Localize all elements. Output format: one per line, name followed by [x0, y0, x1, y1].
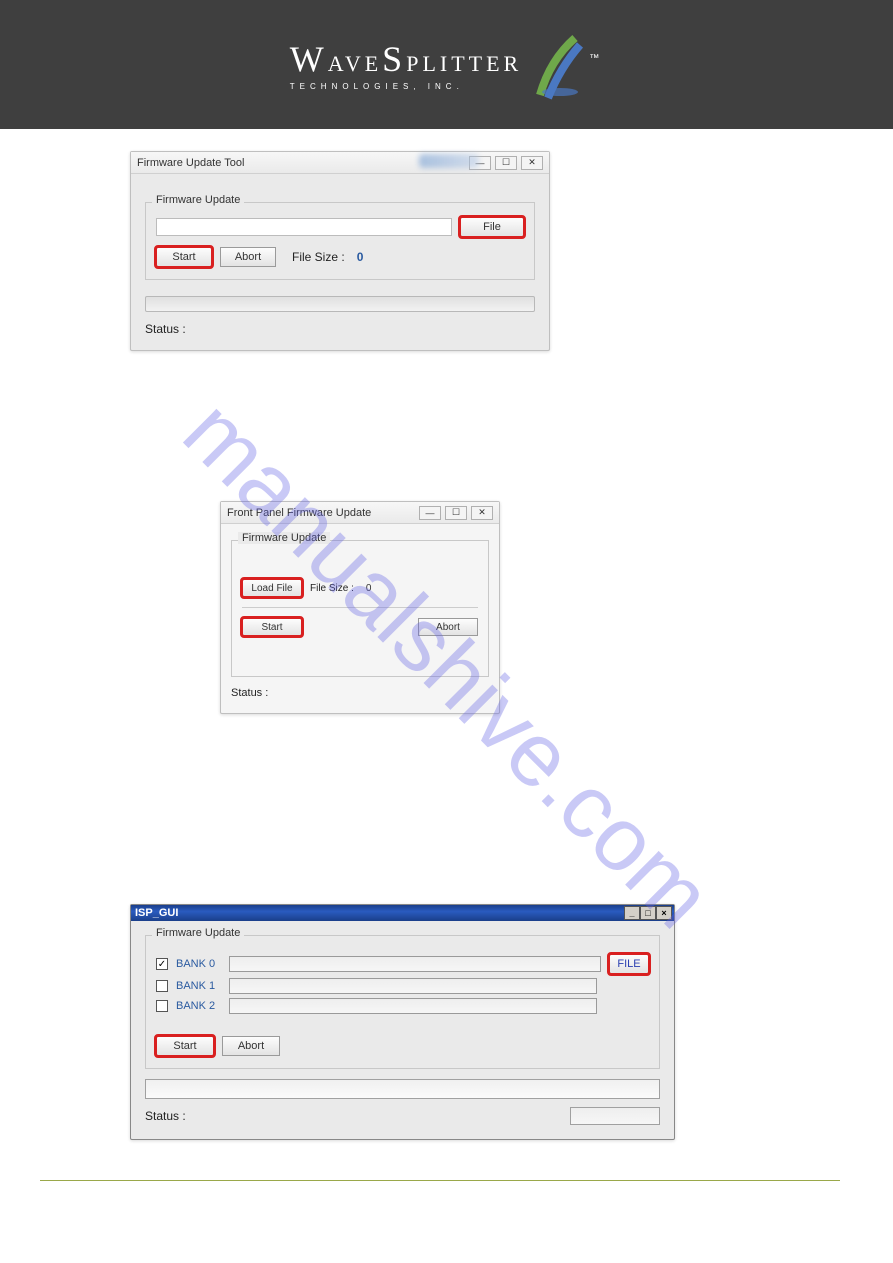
bank0-label: BANK 0 — [176, 958, 221, 970]
close-button[interactable]: ✕ — [471, 506, 493, 520]
minimize-button[interactable]: — — [419, 506, 441, 520]
brand-swoosh-icon — [530, 30, 585, 100]
isp-gui-dialog: ISP_GUI _ □ × Firmware Update ✓ BANK 0 F… — [130, 904, 675, 1140]
close-button[interactable]: × — [656, 906, 672, 920]
dialog3-title: ISP_GUI — [135, 907, 178, 919]
start-button[interactable]: Start — [156, 247, 212, 267]
abort-button[interactable]: Abort — [220, 247, 276, 267]
progress-bar — [145, 296, 535, 312]
file-button[interactable]: FILE — [609, 954, 649, 974]
footer-divider — [40, 1180, 840, 1181]
bank2-checkbox[interactable] — [156, 1000, 168, 1012]
dialog2-titlebar: Front Panel Firmware Update — ☐ ✕ — [221, 502, 499, 524]
bank2-label: BANK 2 — [176, 1000, 221, 1012]
close-button[interactable]: ✕ — [521, 156, 543, 170]
titlebar-blur-decoration — [419, 154, 479, 168]
page-body: manualshive.com Firmware Update Tool — ☐… — [0, 129, 893, 1211]
brand-wordmark: WAVESPLITTER — [290, 38, 522, 80]
bank2-path-input[interactable] — [229, 998, 597, 1014]
abort-button[interactable]: Abort — [418, 618, 478, 636]
start-button[interactable]: Start — [156, 1036, 214, 1056]
filesize-value: 0 — [366, 583, 372, 594]
start-button[interactable]: Start — [242, 618, 302, 636]
front-panel-firmware-update-dialog: Front Panel Firmware Update — ☐ ✕ Firmwa… — [220, 501, 500, 714]
file-button[interactable]: File — [460, 217, 524, 237]
maximize-button[interactable]: ☐ — [445, 506, 467, 520]
status-label: Status : — [145, 1109, 186, 1123]
filesize-value: 0 — [357, 250, 364, 264]
brand-subtitle: TECHNOLOGIES, INC. — [290, 82, 522, 91]
dialog2-title: Front Panel Firmware Update — [227, 507, 371, 519]
bank0-path-input[interactable] — [229, 956, 601, 972]
maximize-button[interactable]: □ — [640, 906, 656, 920]
progress-bar — [145, 1079, 660, 1099]
dialog1-title: Firmware Update Tool — [137, 157, 244, 169]
maximize-button[interactable]: ☐ — [495, 156, 517, 170]
status-value-box — [570, 1107, 660, 1125]
filesize-label: File Size : — [310, 583, 354, 594]
filesize-label: File Size : — [292, 250, 345, 264]
dialog1-titlebar: Firmware Update Tool — ☐ ✕ — [131, 152, 549, 174]
minimize-button[interactable]: _ — [624, 906, 640, 920]
trademark-symbol: ™ — [589, 53, 599, 64]
dialog3-group-label: Firmware Update — [152, 927, 244, 939]
dialog2-group-label: Firmware Update — [238, 532, 330, 544]
dialog1-group-label: Firmware Update — [152, 194, 244, 206]
bank1-label: BANK 1 — [176, 980, 221, 992]
firmware-update-tool-dialog: Firmware Update Tool — ☐ ✕ Firmware Upda… — [130, 151, 550, 351]
status-label: Status : — [231, 687, 489, 699]
bank1-checkbox[interactable] — [156, 980, 168, 992]
brand-logo: WAVESPLITTER TECHNOLOGIES, INC. ™ — [290, 30, 603, 100]
header-banner: WAVESPLITTER TECHNOLOGIES, INC. ™ — [0, 0, 893, 129]
firmware-filepath-input[interactable] — [156, 218, 452, 236]
abort-button[interactable]: Abort — [222, 1036, 280, 1056]
bank1-path-input[interactable] — [229, 978, 597, 994]
load-file-button[interactable]: Load File — [242, 579, 302, 597]
bank0-checkbox[interactable]: ✓ — [156, 958, 168, 970]
status-label: Status : — [145, 322, 535, 336]
dialog3-titlebar: ISP_GUI _ □ × — [131, 905, 674, 921]
